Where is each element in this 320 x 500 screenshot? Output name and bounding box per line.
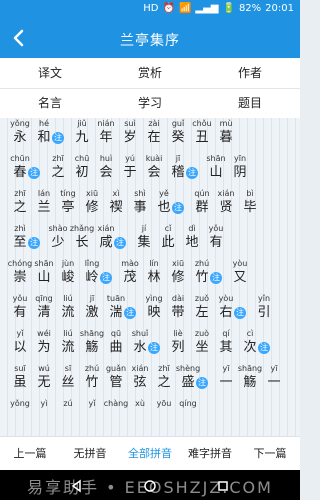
pinyin-text: shuǐ — [131, 329, 149, 338]
system-nav-bar: 易享助手 • EEOSHZJZ.COM — [0, 470, 300, 500]
no-pinyin-button[interactable]: 无拼音 — [60, 437, 120, 471]
poem-line: zhī 之 lán 兰 tíng 亭 xiū 修 xì 禊 shì 事 yě 也注 qún 群 xián 贤 bì 毕 — [0, 188, 300, 223]
hanzi-text — [174, 410, 202, 426]
hanzi-text: 毕 — [243, 200, 257, 215]
tab-analysis[interactable]: 赏析 — [100, 58, 200, 88]
annotation-marker-icon[interactable]: 注 — [258, 342, 270, 354]
battery-level: 82% — [238, 3, 262, 14]
poem-line: suī 虽 wú 无 sī 丝 zhú 竹 guǎn 管 xián 弦 zhī 之 shèng 盛注 yī 一 sh… — [0, 363, 300, 398]
pinyin-text: qíng — [179, 399, 197, 408]
pinyin-text: yě — [159, 189, 169, 198]
bottom-toolbar: 上一篇 无拼音 全部拼音 难字拼音 下一篇 — [0, 436, 300, 471]
poem-line: yǒng yì zú yǐ chàng xù yōu qíng — [0, 398, 300, 433]
tabs: 译文 赏析 作者 名言 学习 题目 — [0, 58, 300, 118]
pinyin-text: yòu — [232, 259, 248, 268]
tab-quotes[interactable]: 名言 — [0, 88, 100, 118]
tab-author[interactable]: 作者 — [200, 58, 300, 88]
pinyin-text: shèng — [175, 364, 201, 373]
char-unit: qíng — [174, 398, 202, 426]
poem-line: chūn 春注 zhī 之 chū 初 huì 会 yú 于 kuài 会 jī 稽注 shān 山 yīn 阴 — [0, 153, 300, 188]
pinyin-text: lǐng — [84, 259, 100, 268]
char-unit: mù 暮 — [212, 118, 240, 146]
annotation-marker-icon[interactable]: 注 — [28, 167, 40, 179]
poem-line: yǒng 永 hé 和注 jiǔ 九 nián 年 suì 岁 zài 在 guǐ 癸 chǒu 丑 mù 暮 — [0, 118, 300, 153]
pinyin-text: yǐn — [257, 294, 271, 303]
pinyin-text: yòu — [218, 294, 234, 303]
annotation-marker-icon[interactable]: 注 — [148, 342, 160, 354]
annotation-marker-icon[interactable]: 注 — [52, 132, 64, 144]
pinyin-text: cì — [246, 329, 254, 338]
time: 20:01 — [265, 3, 294, 14]
pinyin-text: yǒu — [208, 224, 224, 233]
char-unit: yǒu 有 — [202, 223, 230, 251]
next-article-button[interactable]: 下一篇 — [240, 437, 300, 471]
poem-lines: yǒng 永 hé 和注 jiǔ 九 nián 年 suì 岁 zài 在 guǐ 癸 chǒu 丑 mù 暮 ch… — [0, 118, 300, 433]
pinyin-text: tuān — [106, 294, 126, 303]
annotation-marker-icon[interactable]: 注 — [210, 272, 222, 284]
pinyin-text: jī — [175, 154, 181, 163]
annotation-marker-icon[interactable]: 注 — [28, 237, 40, 249]
poem-content: yǒng 永 hé 和注 jiǔ 九 nián 年 suì 岁 zài 在 guǐ 癸 chǒu 丑 mù 暮 ch… — [0, 118, 300, 436]
hard-pinyin-button[interactable]: 难字拼音 — [180, 437, 240, 471]
hanzi-text: 引 — [257, 305, 271, 320]
annotation-marker-icon[interactable]: 注 — [114, 237, 126, 249]
pinyin-text: chūn — [10, 154, 30, 163]
poem-line: chóng 崇 shān 山 jùn 峻 lǐng 岭注 mào 茂 lín 林 xiū 修 zhú 竹注 yò… — [0, 258, 300, 293]
square-recent-icon[interactable] — [216, 478, 230, 497]
pinyin-text: bì — [246, 189, 254, 198]
status-right: HD ⏰ 📶 ▂▄▆ 🔋 82% 20:01 — [143, 3, 294, 14]
hanzi-text: 一 — [267, 375, 281, 390]
annotation-marker-icon[interactable]: 注 — [100, 272, 112, 284]
hanzi-text: 暮 — [219, 130, 233, 145]
network-indicator: HD — [143, 3, 159, 14]
signal-icon: ▂▄▆ — [195, 3, 219, 14]
pinyin-text: xián — [97, 224, 115, 233]
pinyin-text: hé — [39, 119, 49, 128]
hanzi-text: 阴 — [233, 165, 247, 180]
tab-translation[interactable]: 译文 — [0, 58, 100, 88]
hanzi-text: 有 — [209, 235, 223, 250]
annotation-marker-icon[interactable]: 注 — [124, 307, 136, 319]
char-unit: bì 毕 — [236, 188, 264, 216]
tab-study[interactable]: 学习 — [100, 88, 200, 118]
all-pinyin-button[interactable]: 全部拼音 — [120, 437, 180, 471]
pinyin-text: zhì — [14, 224, 26, 233]
char-unit: yòu 又 — [226, 258, 254, 286]
poem-line: yǐ 以 wéi 为 liú 流 shāng 觞 qū 曲 shuǐ 水注 liè 列 zuò 坐 qí 其 cì 次… — [0, 328, 300, 363]
annotation-marker-icon[interactable]: 注 — [186, 167, 198, 179]
pinyin-text: zhú — [194, 259, 210, 268]
poem-line: yǒu 有 qīng 清 liú 流 jī 激 tuān 湍注 yìng 映 dài 带 zuǒ 左 yòu 右注… — [0, 293, 300, 328]
pinyin-text: mù — [219, 119, 233, 128]
char-unit: yǐn 引 — [250, 293, 278, 321]
triangle-back-icon[interactable] — [70, 478, 84, 497]
alarm-icon: ⏰ — [162, 3, 175, 14]
pinyin-text: yī — [270, 364, 278, 373]
annotation-marker-icon[interactable]: 注 — [196, 377, 208, 389]
prev-article-button[interactable]: 上一篇 — [0, 437, 60, 471]
page-title: 兰亭集序 — [120, 33, 180, 49]
title-bar: 兰亭集序 — [0, 20, 300, 58]
poem-line: zhì 至注 shào 少 zhǎng 长 xián 咸注 jí 集 cǐ 此 dì 地 yǒu 有 — [0, 223, 300, 258]
hanzi-text: 又 — [233, 270, 247, 285]
circle-home-icon[interactable] — [143, 478, 157, 497]
pinyin-text: yīn — [233, 154, 247, 163]
annotation-marker-icon[interactable]: 注 — [172, 202, 184, 214]
char-unit: yīn 阴 — [226, 153, 254, 181]
char-unit: yī 一 — [260, 363, 288, 391]
tab-questions[interactable]: 题目 — [200, 88, 300, 118]
wifi-icon: 📶 — [178, 3, 192, 14]
battery-icon: 🔋 — [222, 3, 235, 14]
status-bar: HD ⏰ 📶 ▂▄▆ 🔋 82% 20:01 — [0, 0, 300, 20]
annotation-marker-icon[interactable]: 注 — [234, 307, 246, 319]
